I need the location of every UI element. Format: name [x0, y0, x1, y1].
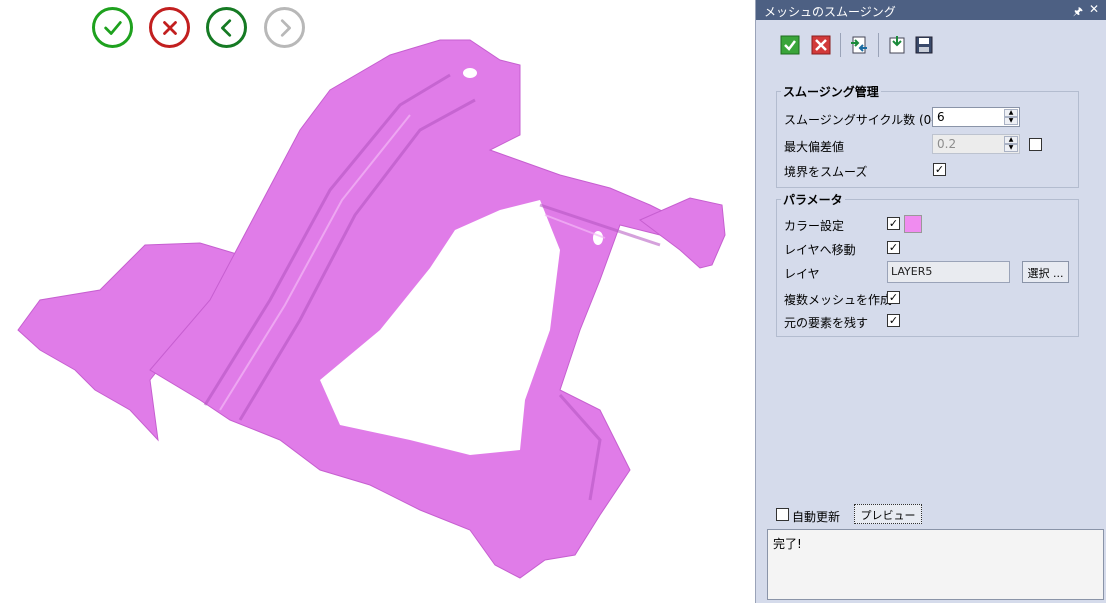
toolbar-separator	[878, 33, 879, 57]
max-deviation-checkbox[interactable]	[1029, 138, 1042, 151]
chevron-right-icon	[280, 18, 291, 37]
boundary-checkbox[interactable]: ✓	[933, 163, 946, 176]
cancel-button[interactable]	[149, 7, 190, 48]
smoothing-legend: スムージング管理	[783, 85, 879, 99]
max-deviation-stepper: ▲ ▼	[1004, 136, 1018, 152]
max-deviation-label: 最大偏差値	[784, 140, 845, 154]
boundary-label: 境界をスムーズ	[784, 165, 868, 179]
select-layer-button[interactable]: 選択 ...	[1022, 261, 1069, 283]
keep-original-checkbox[interactable]: ✓	[887, 314, 900, 327]
import-icon	[889, 36, 905, 54]
layer-field[interactable]: LAYER5	[887, 261, 1010, 283]
auto-update-checkbox[interactable]	[776, 508, 789, 521]
max-deviation-input	[933, 135, 1011, 153]
move-layer-label: レイヤへ移動	[784, 243, 856, 257]
toolbar-separator	[840, 33, 841, 57]
smoothed-mesh	[17, 39, 726, 579]
save-toolbar-button[interactable]	[913, 34, 935, 56]
auto-update-label: 自動更新	[792, 510, 841, 524]
next-button[interactable]	[264, 7, 305, 48]
checkmark-icon	[103, 20, 122, 35]
chevron-left-icon	[220, 18, 231, 37]
move-layer-checkbox[interactable]: ✓	[887, 241, 900, 254]
cycles-label: スムージングサイクル数 (0-20)	[784, 113, 956, 127]
cycles-stepper[interactable]: ▲ ▼	[1004, 109, 1018, 125]
layer-label: レイヤ	[784, 267, 820, 281]
max-deviation-spinner: ▲▼	[932, 134, 1020, 154]
cycles-input[interactable]	[933, 108, 1011, 126]
3d-viewport[interactable]	[0, 0, 755, 603]
color-checkbox[interactable]: ✓	[887, 217, 900, 230]
close-icon[interactable]: ✕	[1089, 2, 1099, 16]
ok-icon	[780, 35, 800, 55]
keep-original-label: 元の要素を残す	[784, 316, 869, 330]
cycles-spinner[interactable]: ▲▼	[932, 107, 1020, 127]
panel-title: メッシュのスムージング	[764, 5, 896, 19]
status-output: 完了!	[767, 529, 1104, 600]
multi-mesh-label: 複数メッシュを作成	[784, 293, 893, 307]
smoothing-panel: メッシュのスムージング 🖈 ✕ スムージング管理 スムージングサイクル数 (0-…	[755, 0, 1106, 603]
ok-button[interactable]	[92, 7, 133, 48]
swap-toolbar-button[interactable]	[848, 34, 870, 56]
pin-icon[interactable]: 🖈	[1073, 3, 1083, 22]
cancel-icon	[811, 35, 831, 55]
preview-button[interactable]: プレビュー	[854, 504, 922, 524]
swap-icon	[851, 36, 867, 54]
import-toolbar-button[interactable]	[886, 34, 908, 56]
x-icon	[162, 20, 177, 35]
color-label: カラー設定	[784, 219, 845, 233]
save-icon	[915, 36, 933, 54]
multi-mesh-checkbox[interactable]: ✓	[887, 291, 900, 304]
parameters-legend: パラメータ	[783, 193, 843, 207]
cancel-toolbar-button[interactable]	[810, 34, 832, 56]
color-swatch[interactable]	[904, 215, 922, 233]
back-button[interactable]	[206, 7, 247, 48]
panel-titlebar: メッシュのスムージング 🖈 ✕	[756, 0, 1106, 20]
apply-toolbar-button[interactable]	[779, 34, 801, 56]
